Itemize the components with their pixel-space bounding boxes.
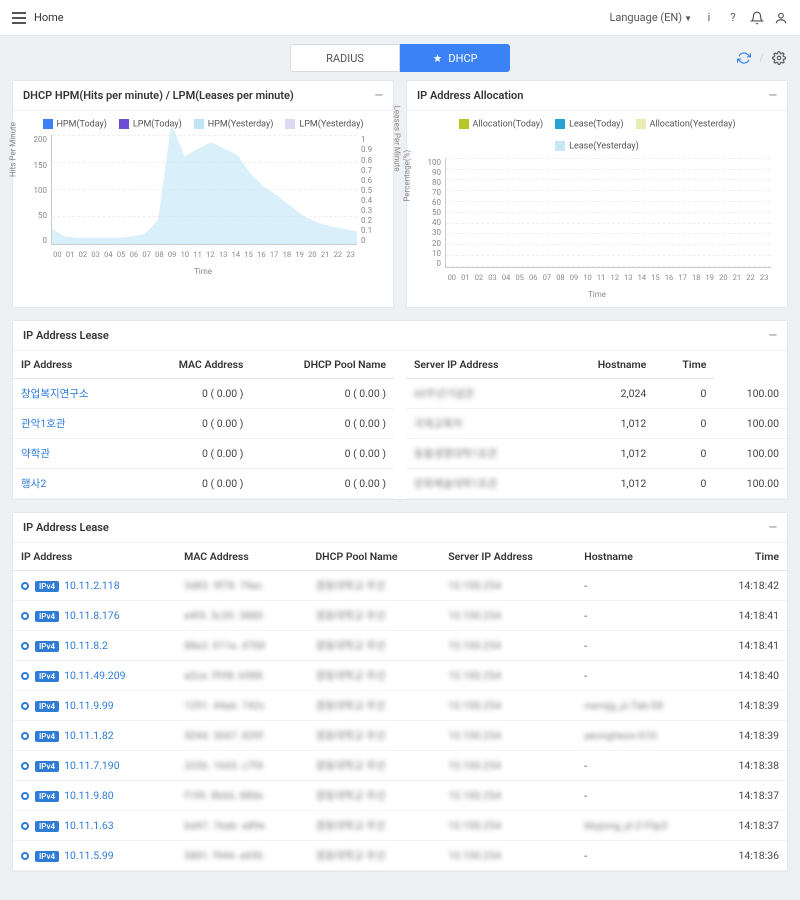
ipv4-badge: IPv4 <box>35 641 59 652</box>
collapse-icon[interactable]: — <box>769 521 777 534</box>
card-dhcp-hpm-lpm: DHCP HPM(Hits per minute) / LPM(Leases p… <box>12 80 394 308</box>
table-row[interactable]: IPv410.11.1.63bd47. 1bab. a89e경동대학교 무선10… <box>13 810 787 840</box>
language-selector[interactable]: Language (EN)▼ <box>609 11 692 24</box>
table-row[interactable]: IPv410.11.8.288e3. 011e. 4708경동대학교 무선10.… <box>13 630 787 660</box>
refresh-icon[interactable] <box>737 51 751 65</box>
ipv4-badge: IPv4 <box>35 761 59 772</box>
table-row[interactable]: IPv410.11.9.991291. 44a6. 742c경동대학교 무선10… <box>13 690 787 720</box>
table-row[interactable]: 국제교육처1,0120100.00 <box>406 408 787 438</box>
card-lease-detail: IP Address Lease — IP AddressMAC Address… <box>12 512 788 872</box>
collapse-icon[interactable]: — <box>769 329 777 342</box>
ipv4-badge: IPv4 <box>35 821 59 832</box>
card-title: IP Address Lease <box>23 521 109 534</box>
lease-detail-table: IP AddressMAC AddressDHCP Pool NameServe… <box>13 543 787 871</box>
table-row[interactable]: 동물생명대학1호관1,0120100.00 <box>406 438 787 468</box>
table-row[interactable]: IPv410.11.1.825044. 3047. 839f경동대학교 무선10… <box>13 720 787 750</box>
status-icon <box>21 642 29 650</box>
settings-icon[interactable] <box>772 51 786 65</box>
table-row[interactable]: IPv410.11.2.1183d83. 9f78. 79ec경동대학교 무선1… <box>13 570 787 600</box>
table-row[interactable]: IPv410.11.7.1903336. 1665. c7f4경동대학교 무선1… <box>13 750 787 780</box>
card-ip-allocation: IP Address Allocation — Allocation(Today… <box>406 80 788 308</box>
collapse-icon[interactable]: — <box>769 89 777 102</box>
table-row[interactable]: IPv410.11.49.209a2ce. f998. b988경동대학교 무선… <box>13 660 787 690</box>
menu-icon[interactable] <box>12 12 26 24</box>
ipv4-badge: IPv4 <box>35 701 59 712</box>
lease-summary-table-right: Server IP AddressHostnameTime60주년기념관2,02… <box>406 351 787 499</box>
card-title: IP Address Lease <box>23 329 109 342</box>
status-icon <box>21 762 29 770</box>
table-row[interactable]: IPv410.11.9.80f199. 8b66. 880e경동대학교 무선10… <box>13 780 787 810</box>
ipv4-badge: IPv4 <box>35 851 59 862</box>
ipv4-badge: IPv4 <box>35 731 59 742</box>
help-icon[interactable]: ? <box>726 11 740 25</box>
card-title: DHCP HPM(Hits per minute) / LPM(Leases p… <box>23 89 294 102</box>
user-icon[interactable] <box>774 11 788 25</box>
table-row[interactable]: 행사20 ( 0.00 )0 ( 0.00 ) <box>13 468 394 498</box>
status-icon <box>21 852 29 860</box>
collapse-icon[interactable]: — <box>375 89 383 102</box>
table-row[interactable]: IPv410.11.8.176e4f4. 3c39. 3880경동대학교 무선1… <box>13 600 787 630</box>
status-icon <box>21 672 29 680</box>
lease-summary-table-left: IP AddressMAC AddressDHCP Pool Name창업복지연… <box>13 351 394 499</box>
ipv4-badge: IPv4 <box>35 581 59 592</box>
status-icon <box>21 612 29 620</box>
status-icon <box>21 792 29 800</box>
table-row[interactable]: 창업복지연구소0 ( 0.00 )0 ( 0.00 ) <box>13 378 394 408</box>
card-lease-summary: IP Address Lease — IP AddressMAC Address… <box>12 320 788 500</box>
chart-legend: Allocation(Today) Lease(Today) Allocatio… <box>417 119 777 152</box>
status-icon <box>21 582 29 590</box>
table-row[interactable]: 60주년기념관2,0240100.00 <box>406 378 787 408</box>
card-title: IP Address Allocation <box>417 89 523 102</box>
tab-dhcp[interactable]: DHCP <box>400 44 510 72</box>
table-row[interactable]: IPv410.11.5.995881. f944. e696경동대학교 무선10… <box>13 840 787 870</box>
chart-allocation: Percentage(%) 1009080706050403020100 000… <box>417 158 777 288</box>
status-icon <box>21 822 29 830</box>
table-row[interactable]: 약학관0 ( 0.00 )0 ( 0.00 ) <box>13 438 394 468</box>
ipv4-badge: IPv4 <box>35 791 59 802</box>
bell-icon[interactable] <box>750 11 764 25</box>
info-icon[interactable]: i <box>702 11 716 25</box>
chart-legend: HPM(Today) LPM(Today) HPM(Yesterday) LPM… <box>23 119 383 129</box>
table-row[interactable]: 관악1호관0 ( 0.00 )0 ( 0.00 ) <box>13 408 394 438</box>
chart-hpm-lpm: Hits Per Minute Leases Per Minute 200150… <box>23 135 383 265</box>
ipv4-badge: IPv4 <box>35 611 59 622</box>
status-icon <box>21 732 29 740</box>
breadcrumb-home[interactable]: Home <box>34 11 64 24</box>
status-icon <box>21 702 29 710</box>
tab-radius[interactable]: RADIUS <box>290 44 400 72</box>
table-row[interactable]: 문화예술대학1호관1,0120100.00 <box>406 468 787 498</box>
ipv4-badge: IPv4 <box>35 671 59 682</box>
